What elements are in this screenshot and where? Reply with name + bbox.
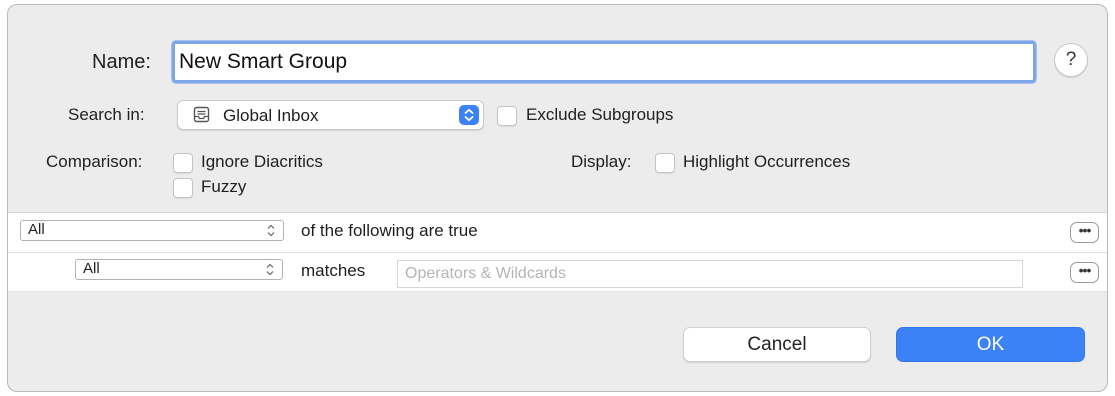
smart-group-dialog: Name: ? Search in: Global Inbox Exclude … (7, 4, 1108, 392)
criterion-value-field[interactable] (397, 260, 1023, 288)
fuzzy-checkbox[interactable] (173, 178, 193, 198)
search-in-label: Search in: (68, 105, 145, 124)
search-in-popup[interactable]: Global Inbox (177, 100, 484, 130)
help-button[interactable]: ? (1054, 43, 1088, 77)
more-icon[interactable]: ••• (1070, 262, 1099, 283)
search-in-value: Global Inbox (223, 106, 319, 125)
popup-chevrons-icon (459, 105, 479, 125)
rule-summary-text: of the following are true (301, 221, 478, 240)
exclude-subgroups-checkbox[interactable] (497, 106, 517, 126)
popup-chevrons-icon (266, 263, 274, 276)
ignore-diacritics-checkbox[interactable] (173, 153, 193, 173)
name-label: Name: (92, 51, 151, 73)
fuzzy-label: Fuzzy (201, 177, 247, 196)
exclude-subgroups-label: Exclude Subgroups (526, 105, 674, 124)
cancel-button[interactable]: Cancel (683, 327, 871, 362)
name-field[interactable] (172, 41, 1036, 83)
highlight-occurrences-checkbox[interactable] (655, 153, 675, 173)
popup-chevrons-icon (267, 224, 275, 237)
rule-divider (8, 252, 1107, 253)
match-type-value: All (28, 221, 45, 238)
highlight-occurrences-label: Highlight Occurrences (683, 152, 851, 171)
match-type-popup[interactable]: All (20, 220, 284, 241)
display-label: Display: (571, 152, 632, 171)
criterion-field-value: All (83, 260, 100, 277)
criterion-field-popup[interactable]: All (75, 259, 283, 280)
criterion-operator-label: matches (301, 261, 366, 280)
ignore-diacritics-label: Ignore Diacritics (201, 152, 323, 171)
ok-button[interactable]: OK (896, 327, 1085, 362)
more-icon[interactable]: ••• (1070, 222, 1099, 243)
comparison-label: Comparison: (46, 152, 143, 171)
inbox-icon (193, 106, 210, 123)
